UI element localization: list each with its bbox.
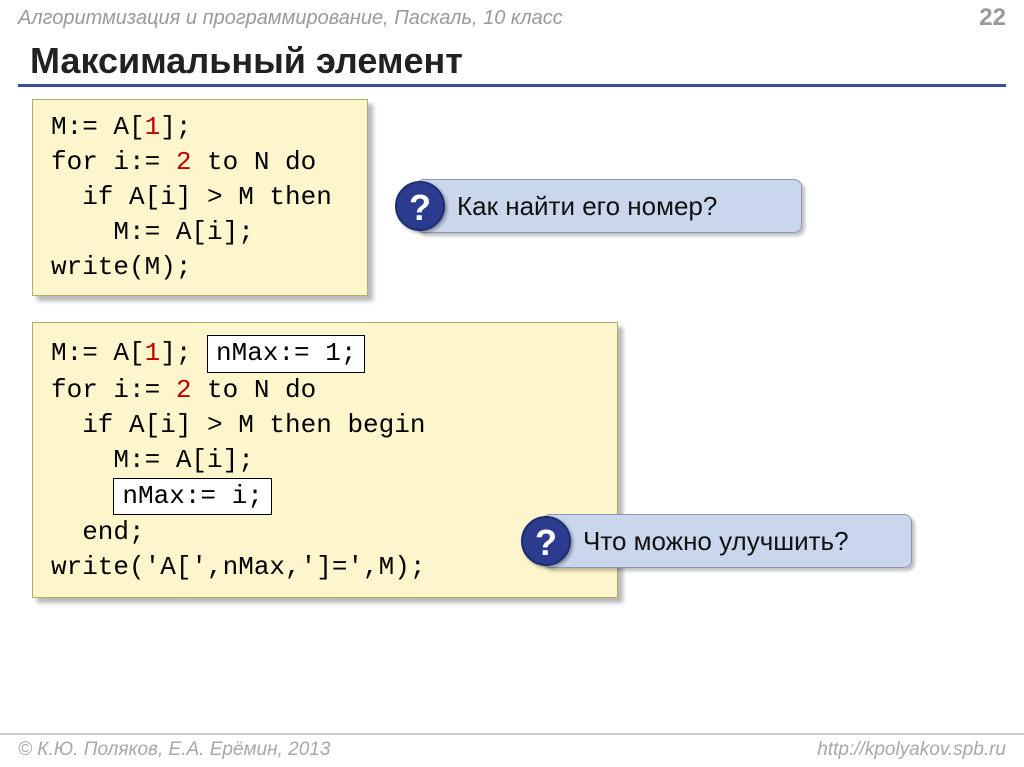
code-insert-2: nMax:= i; [113, 478, 271, 515]
slide-footer: © К.Ю. Поляков, Е.А. Ерёмин, 2013 http:/… [0, 733, 1024, 767]
question-icon: ? [395, 181, 445, 231]
title-underline [18, 84, 1006, 87]
callout-question-2: ? Что можно улучшить? [542, 514, 912, 568]
question-icon: ? [521, 516, 571, 566]
slide-title: Максимальный элемент [0, 34, 1024, 84]
code-block-1: M:= A[1]; for i:= 2 to N do if A[i] > M … [32, 99, 368, 296]
course-label: Алгоритмизация и программирование, Паска… [18, 7, 563, 30]
callout-text: Как найти его номер? [457, 191, 717, 222]
page-number: 22 [979, 4, 1006, 32]
slide-content: M:= A[1]; for i:= 2 to N do if A[i] > M … [0, 99, 1024, 598]
callout-text: Что можно улучшить? [583, 526, 849, 557]
footer-url: http://kpolyakov.spb.ru [817, 739, 1006, 761]
copyright: © К.Ю. Поляков, Е.А. Ерёмин, 2013 [18, 739, 330, 761]
callout-question-1: ? Как найти его номер? [416, 179, 802, 233]
code-insert-1: nMax:= 1; [207, 335, 365, 372]
slide-header: Алгоритмизация и программирование, Паска… [0, 0, 1024, 34]
